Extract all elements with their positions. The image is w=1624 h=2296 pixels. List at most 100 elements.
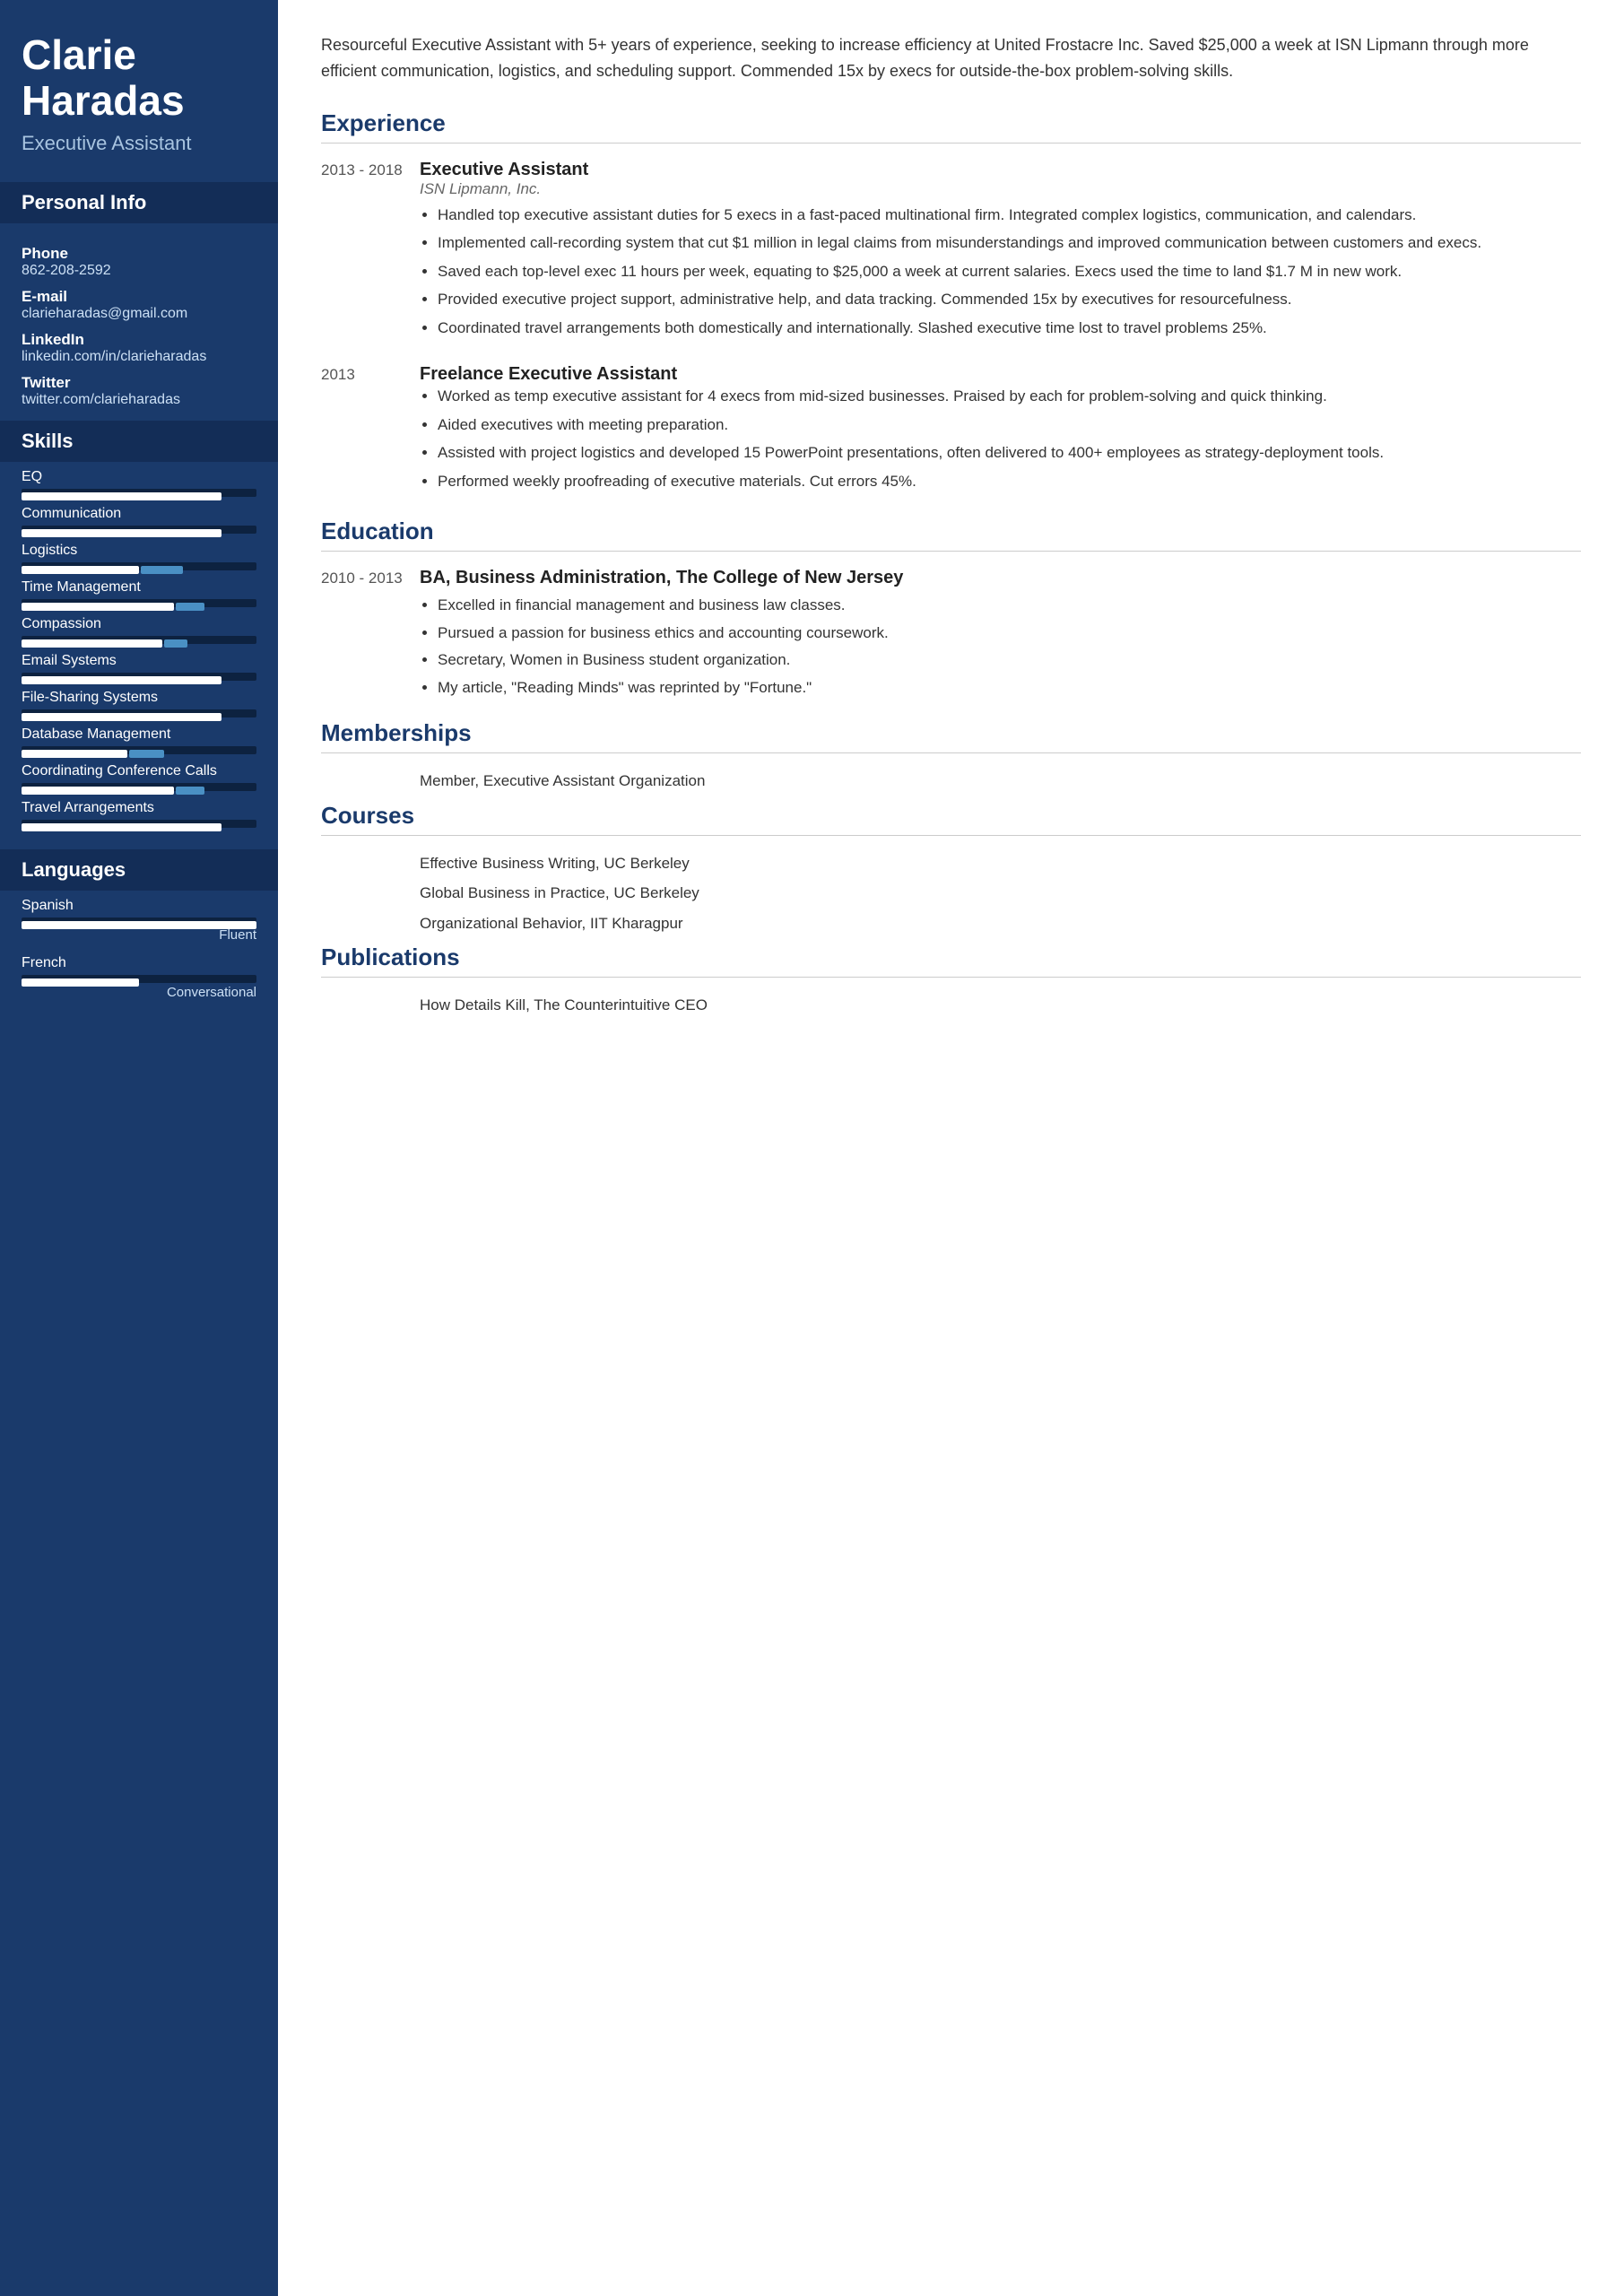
candidate-title: Executive Assistant xyxy=(22,132,256,155)
language-bar-fill xyxy=(22,978,139,987)
publications-container: How Details Kill, The Counterintuitive C… xyxy=(321,994,1581,1017)
exp-content: Freelance Executive AssistantWorked as t… xyxy=(420,364,1581,498)
twitter-label: Twitter xyxy=(22,374,256,392)
skill-label: Email Systems xyxy=(22,653,256,669)
education-entry: 2010 - 2013BA, Business Administration, … xyxy=(321,568,1581,703)
skill-bar-bg xyxy=(22,783,256,791)
skill-label: Time Management xyxy=(22,579,256,596)
course-spacer xyxy=(321,912,420,935)
language-level-label: Fluent xyxy=(22,927,256,943)
memberships-title: Memberships xyxy=(321,719,1581,753)
edu-degree: BA, Business Administration, The College… xyxy=(420,568,1581,588)
sidebar: Clarie Haradas Executive Assistant Perso… xyxy=(0,0,278,2296)
exp-bullet: Aided executives with meeting preparatio… xyxy=(438,413,1581,437)
membership-spacer xyxy=(321,770,420,793)
edu-bullet: My article, "Reading Minds" was reprinte… xyxy=(438,676,1581,700)
course-spacer xyxy=(321,852,420,875)
skill-label: EQ xyxy=(22,469,256,485)
skill-label: Database Management xyxy=(22,726,256,743)
exp-job-title: Executive Assistant xyxy=(420,160,1581,180)
skill-bar-bg xyxy=(22,636,256,644)
skills-header: Skills xyxy=(0,421,278,462)
skill-bar-bg xyxy=(22,599,256,607)
skill-bar-fill xyxy=(22,566,139,574)
sidebar-header: Clarie Haradas Executive Assistant xyxy=(0,0,278,173)
email-label: E-mail xyxy=(22,288,256,306)
skill-bar-fill xyxy=(22,750,127,758)
skill-bar-fill xyxy=(22,823,221,831)
skill-item: Logistics xyxy=(22,543,256,570)
skill-label: File-Sharing Systems xyxy=(22,690,256,706)
experience-entry: 2013 - 2018Executive AssistantISN Lipman… xyxy=(321,160,1581,345)
skill-bar-bg xyxy=(22,562,256,570)
course-text: Effective Business Writing, UC Berkeley xyxy=(420,852,690,875)
experience-container: 2013 - 2018Executive AssistantISN Lipman… xyxy=(321,160,1581,499)
courses-title: Courses xyxy=(321,802,1581,836)
skill-label: Coordinating Conference Calls xyxy=(22,763,256,779)
publications-title: Publications xyxy=(321,944,1581,978)
course-spacer xyxy=(321,882,420,905)
language-item: French Conversational xyxy=(22,955,256,1000)
edu-bullet: Excelled in financial management and bus… xyxy=(438,594,1581,617)
skill-bar-fill xyxy=(22,529,221,537)
course-row: Effective Business Writing, UC Berkeley xyxy=(321,852,1581,875)
skill-item: Communication xyxy=(22,506,256,534)
course-text: Global Business in Practice, UC Berkeley xyxy=(420,882,699,905)
skill-bar-accent xyxy=(141,566,183,574)
skill-bar-accent xyxy=(176,603,204,611)
skill-item: Database Management xyxy=(22,726,256,754)
skill-bar-accent xyxy=(129,750,164,758)
exp-bullet: Implemented call-recording system that c… xyxy=(438,231,1581,255)
edu-bullet: Pursued a passion for business ethics an… xyxy=(438,622,1581,645)
experience-title: Experience xyxy=(321,109,1581,144)
skill-bar-accent xyxy=(176,787,204,795)
skill-bar-fill xyxy=(22,639,162,648)
skill-item: EQ xyxy=(22,469,256,497)
experience-entry: 2013Freelance Executive AssistantWorked … xyxy=(321,364,1581,498)
edu-content: BA, Business Administration, The College… xyxy=(420,568,1581,703)
main-content: Resourceful Executive Assistant with 5+ … xyxy=(278,0,1624,2296)
skill-bar-bg xyxy=(22,673,256,681)
pub-spacer xyxy=(321,994,420,1017)
skill-item: Travel Arrangements xyxy=(22,800,256,828)
skill-item: Coordinating Conference Calls xyxy=(22,763,256,791)
language-bar-fill xyxy=(22,921,256,929)
exp-bullet: Handled top executive assistant duties f… xyxy=(438,204,1581,227)
courses-container: Effective Business Writing, UC Berkeley G… xyxy=(321,852,1581,935)
exp-bullet: Worked as temp executive assistant for 4… xyxy=(438,385,1581,408)
personal-info-header: Personal Info xyxy=(0,182,278,223)
exp-company: ISN Lipmann, Inc. xyxy=(420,180,1581,198)
language-level-label: Conversational xyxy=(22,985,256,1000)
personal-info-block: Phone 862-208-2592 E-mail clarieharadas@… xyxy=(0,223,278,412)
languages-header: Languages xyxy=(0,849,278,891)
skill-bar-bg xyxy=(22,820,256,828)
skill-item: Compassion xyxy=(22,616,256,644)
language-label: French xyxy=(22,955,256,971)
education-container: 2010 - 2013BA, Business Administration, … xyxy=(321,568,1581,703)
twitter-value: twitter.com/clarieharadas xyxy=(22,392,256,408)
language-item: SpanishFluent xyxy=(22,898,256,943)
skill-bar-bg xyxy=(22,526,256,534)
memberships-container: Member, Executive Assistant Organization xyxy=(321,770,1581,793)
skill-item: Email Systems xyxy=(22,653,256,681)
exp-bullet: Saved each top-level exec 11 hours per w… xyxy=(438,260,1581,283)
linkedin-value: linkedin.com/in/clarieharadas xyxy=(22,349,256,365)
skill-bar-bg xyxy=(22,489,256,497)
linkedin-label: LinkedIn xyxy=(22,331,256,349)
exp-job-title: Freelance Executive Assistant xyxy=(420,364,1581,385)
education-title: Education xyxy=(321,517,1581,552)
exp-bullet: Assisted with project logistics and deve… xyxy=(438,441,1581,465)
skill-bar-fill xyxy=(22,676,221,684)
skill-label: Travel Arrangements xyxy=(22,800,256,816)
pub-text: How Details Kill, The Counterintuitive C… xyxy=(420,994,708,1017)
summary-text: Resourceful Executive Assistant with 5+ … xyxy=(321,32,1581,84)
edu-bullet: Secretary, Women in Business student org… xyxy=(438,648,1581,672)
exp-bullet: Performed weekly proofreading of executi… xyxy=(438,470,1581,493)
membership-text: Member, Executive Assistant Organization xyxy=(420,770,705,793)
skill-label: Communication xyxy=(22,506,256,522)
skill-item: File-Sharing Systems xyxy=(22,690,256,718)
candidate-name: Clarie Haradas xyxy=(22,32,256,123)
exp-dates: 2013 xyxy=(321,364,420,498)
exp-bullet: Provided executive project support, admi… xyxy=(438,288,1581,311)
exp-bullets: Handled top executive assistant duties f… xyxy=(420,204,1581,340)
